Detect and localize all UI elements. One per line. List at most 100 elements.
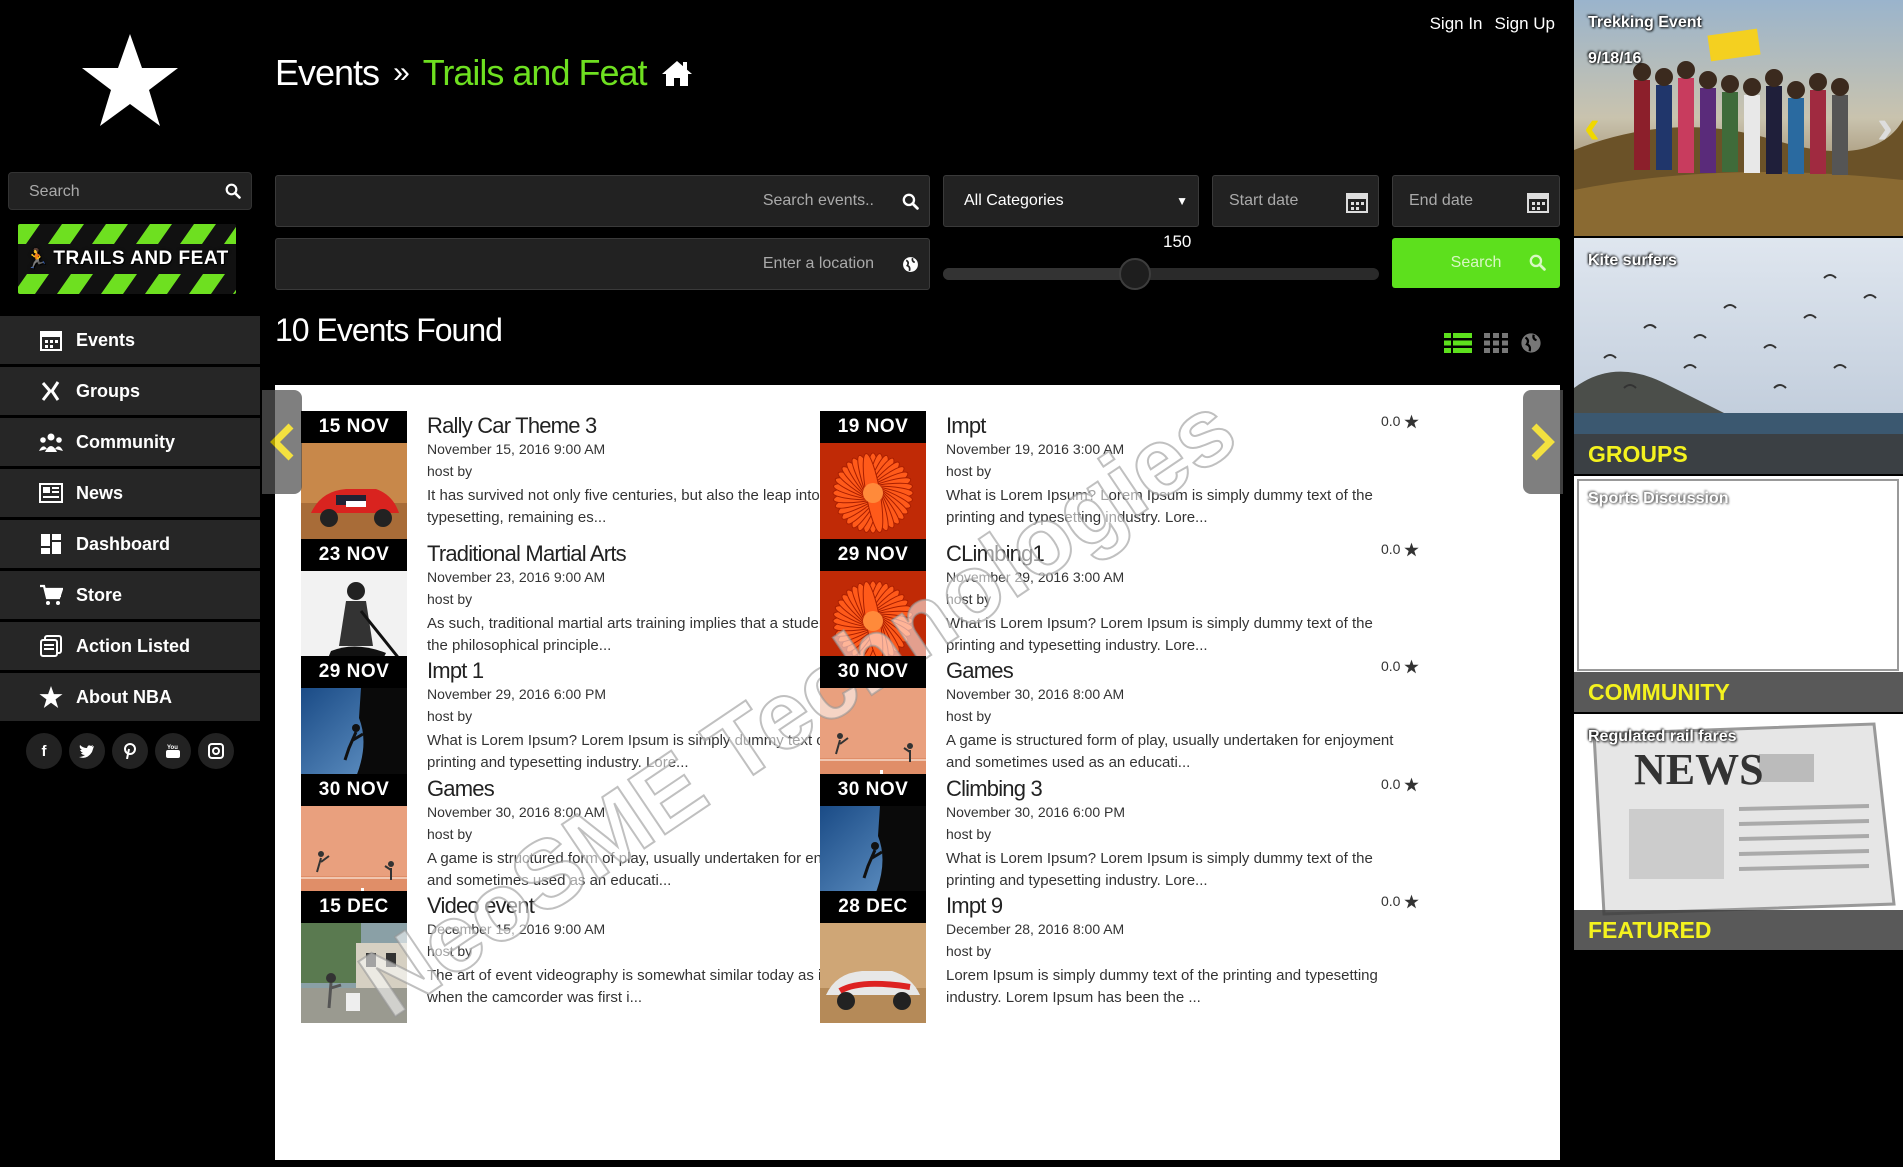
end-date-input[interactable]	[1407, 176, 1517, 226]
sidebar-item-label: Community	[76, 431, 175, 452]
list-icon	[34, 634, 68, 658]
youtube-icon[interactable]: You	[155, 733, 191, 769]
sign-in-link[interactable]: Sign In	[1430, 14, 1483, 34]
instagram-icon[interactable]	[198, 733, 234, 769]
sidebar-item-groups[interactable]: Groups	[0, 367, 260, 418]
event-title[interactable]: Games	[427, 776, 495, 802]
star-icon	[34, 685, 68, 709]
search-icon[interactable]	[902, 193, 919, 210]
twitter-icon[interactable]	[69, 733, 105, 769]
featured-caption[interactable]: Regulated rail fares	[1588, 728, 1737, 746]
community-caption[interactable]: Sports Discussion	[1588, 490, 1728, 508]
breadcrumb-events-link[interactable]: Events	[275, 52, 380, 94]
event-datetime: November 29, 2016 6:00 PM	[427, 686, 606, 702]
event-title[interactable]: Impt	[946, 413, 986, 439]
map-view-icon[interactable]	[1520, 332, 1542, 354]
globe-icon[interactable]	[902, 256, 919, 273]
chevron-down-icon: ▼	[1176, 194, 1188, 208]
results-count: 10 Events Found	[275, 312, 503, 348]
community-label[interactable]: COMMUNITY	[1574, 672, 1903, 712]
event-thumbnail[interactable]	[301, 443, 407, 543]
event-host: host by	[427, 826, 473, 842]
sidebar-item-label: Dashboard	[76, 533, 171, 554]
radius-slider-handle[interactable]	[1118, 258, 1151, 290]
category-select[interactable]: All Categories ▼	[943, 175, 1199, 227]
slider-prev-icon[interactable]: ‹	[1584, 100, 1600, 155]
start-date-input[interactable]	[1227, 176, 1337, 226]
event-card[interactable]: 19 NOV Impt November 19, 2016 3:00 AM host …	[820, 411, 1430, 543]
sidebar-item-events[interactable]: Events	[0, 316, 260, 367]
rating-value: 0.0	[1381, 776, 1401, 792]
sidebar-search-input[interactable]	[27, 182, 221, 202]
slider-next-icon[interactable]: ›	[1877, 100, 1893, 155]
event-thumbnail[interactable]	[820, 923, 926, 1023]
grid-view-icon[interactable]	[1484, 332, 1508, 354]
event-title[interactable]: Traditional Martial Arts	[427, 541, 627, 567]
sign-up-link[interactable]: Sign Up	[1495, 14, 1555, 34]
event-card[interactable]: 28 DEC Impt 9 December 28, 2016 8:00 AM hos…	[820, 891, 1430, 1023]
star-icon	[1404, 894, 1420, 908]
sidebar-item-news[interactable]: News	[0, 469, 260, 520]
event-title[interactable]: CLimbing1	[946, 541, 1045, 567]
cart-icon	[34, 583, 68, 607]
event-host: host by	[427, 943, 473, 959]
radius-slider-fill	[943, 268, 1135, 280]
facebook-icon[interactable]: f	[26, 733, 62, 769]
groups-block[interactable]: Kite surfers GROUPS	[1574, 238, 1903, 474]
brand-banner[interactable]: 🏃 TRAILS AND FEAT	[18, 224, 236, 294]
site-logo-star-icon[interactable]	[80, 30, 180, 130]
sidebar-item-about[interactable]: About NBA	[0, 673, 260, 724]
pinterest-icon[interactable]	[112, 733, 148, 769]
featured-event-slider[interactable]: Trekking Event 9/18/16 ‹ ›	[1574, 0, 1903, 236]
event-thumbnail[interactable]	[301, 688, 407, 788]
event-rating: 0.0	[1381, 541, 1420, 557]
event-datetime: November 30, 2016 8:00 AM	[427, 804, 606, 820]
sidebar-item-label: Action Listed	[76, 635, 191, 656]
sidebar-item-action-listed[interactable]: Action Listed	[0, 622, 260, 673]
event-title[interactable]: Climbing 3	[946, 776, 1043, 802]
featured-block[interactable]: NEWS Regulated rail fares FEATURED	[1574, 714, 1903, 950]
radius-slider[interactable]	[943, 258, 1379, 290]
event-thumbnail[interactable]	[301, 923, 407, 1023]
featured-label[interactable]: FEATURED	[1574, 910, 1903, 950]
event-datetime: December 28, 2016 8:00 AM	[946, 921, 1125, 937]
sidebar-item-community[interactable]: Community	[0, 418, 260, 469]
event-title[interactable]: Video event	[427, 893, 535, 919]
groups-icon	[34, 379, 68, 403]
location-input[interactable]	[286, 239, 876, 289]
event-search-input[interactable]	[286, 176, 876, 226]
event-thumbnail[interactable]	[820, 688, 926, 788]
featured-event-date: 9/18/16	[1588, 50, 1642, 67]
chevron-left-icon	[270, 423, 294, 461]
sidebar-item-store[interactable]: Store	[0, 571, 260, 622]
event-datetime: November 15, 2016 9:00 AM	[427, 441, 606, 457]
event-card[interactable]: 30 NOV Climbing 3 November 30, 2016 6:00 P…	[820, 774, 1430, 906]
search-icon[interactable]	[225, 183, 241, 199]
calendar-icon[interactable]	[1346, 191, 1368, 213]
event-title[interactable]: Impt 9	[946, 893, 1003, 919]
search-button[interactable]: Search	[1392, 238, 1560, 288]
calendar-icon[interactable]	[1527, 191, 1549, 213]
category-selected-value: All Categories	[964, 192, 1064, 209]
next-arrow-button[interactable]	[1523, 390, 1563, 494]
event-thumbnail[interactable]	[820, 443, 926, 543]
event-host: host by	[427, 708, 473, 724]
prev-arrow-button[interactable]	[262, 390, 302, 494]
community-block[interactable]: Sports Discussion COMMUNITY	[1574, 476, 1903, 712]
event-title[interactable]: Games	[946, 658, 1014, 684]
groups-label[interactable]: GROUPS	[1574, 434, 1903, 474]
event-title[interactable]: Impt 1	[427, 658, 484, 684]
event-card[interactable]: 29 NOV CLimbing1 November 29, 2016 3:00 AM…	[820, 539, 1430, 671]
sidebar-item-dashboard[interactable]: Dashboard	[0, 520, 260, 571]
event-host: host by	[427, 591, 473, 607]
event-host: host by	[427, 463, 473, 479]
breadcrumb-current: Trails and Feat	[422, 52, 648, 93]
groups-caption[interactable]: Kite surfers	[1588, 252, 1677, 270]
featured-event-title[interactable]: Trekking Event	[1588, 14, 1702, 32]
event-card[interactable]: 30 NOV Games November 30, 2016 8:00 AM host…	[820, 656, 1430, 788]
home-icon[interactable]	[661, 59, 693, 87]
event-title[interactable]: Rally Car Theme 3	[427, 413, 597, 439]
event-rating: 0.0	[1381, 893, 1420, 909]
sidebar-search	[8, 172, 252, 210]
list-view-icon[interactable]	[1444, 332, 1472, 354]
